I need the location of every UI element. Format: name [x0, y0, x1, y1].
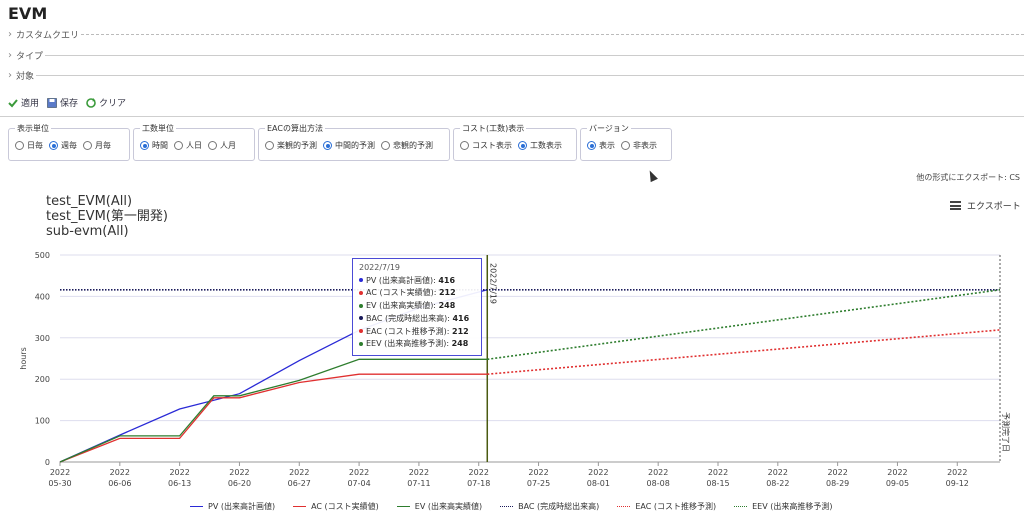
legend-swatch: [190, 506, 203, 507]
chart-legend: PV (出来高計画値) AC (コスト実績値) EV (出来高実績値) BAC (完成…: [190, 501, 832, 512]
tooltip-row: EAC (コスト推移予測): 212: [359, 326, 475, 339]
y-tick-label: 200: [35, 375, 50, 384]
x-tick-label: 2022: [289, 468, 309, 477]
tooltip-dot: [359, 303, 363, 308]
x-tick-label: 07-04: [347, 479, 370, 488]
tooltip-dot: [359, 278, 363, 283]
marker-label: 予測完了日: [1001, 412, 1011, 452]
x-tick-label: 2022: [827, 468, 847, 477]
legend-label: EEV (出来高推移予測): [752, 502, 833, 511]
legend-item[interactable]: BAC (完成時総出来高): [500, 501, 599, 512]
tooltip-row: BAC (完成時総出来高): 416: [359, 313, 475, 326]
tooltip-date: 2022/7/19: [359, 263, 401, 272]
x-tick-label: 06-20: [228, 479, 251, 488]
legend-label: EAC (コスト推移予測): [635, 502, 717, 511]
tooltip-value: 212: [452, 326, 469, 336]
tooltip-value: 248: [438, 301, 456, 311]
tooltip-value: 212: [438, 288, 456, 298]
legend-item[interactable]: EEV (出来高推移予測): [734, 501, 832, 512]
x-tick-label: 08-15: [706, 479, 729, 488]
x-tick-label: 2022: [708, 468, 728, 477]
tooltip-row: EEV (出来高推移予測): 248: [359, 338, 475, 351]
tooltip-dot: [359, 316, 363, 321]
series-line: [487, 289, 1001, 361]
x-tick-label: 2022: [229, 468, 249, 477]
legend-swatch: [293, 506, 307, 507]
tooltip-value: 416: [452, 313, 470, 323]
y-axis-label: hours: [19, 347, 28, 370]
tooltip-dot: [359, 329, 363, 334]
legend-swatch: [617, 506, 631, 507]
y-tick-label: 300: [35, 334, 50, 343]
x-tick-label: 06-13: [168, 479, 191, 488]
tooltip-row: AC (コスト実績値): 212: [359, 287, 475, 300]
x-tick-label: 09-12: [946, 479, 969, 488]
x-tick-label: 07-18: [467, 479, 490, 488]
x-tick-label: 2022: [50, 468, 70, 477]
x-tick-label: 09-05: [886, 479, 909, 488]
tooltip-label: EEV (出来高推移予測):: [366, 339, 452, 349]
x-tick-label: 06-27: [288, 479, 311, 488]
x-tick-label: 2022: [110, 468, 130, 477]
x-tick-label: 2022: [648, 468, 668, 477]
legend-item[interactable]: EV (出来高実績値): [396, 501, 483, 512]
tooltip-value: 416: [438, 275, 456, 285]
legend-item[interactable]: AC (コスト実績値): [293, 501, 379, 512]
x-tick-label: 08-01: [587, 479, 610, 488]
x-tick-label: 2022: [588, 468, 608, 477]
legend-item[interactable]: PV (出来高計画値): [190, 501, 275, 512]
legend-label: AC (コスト実績値): [311, 502, 379, 511]
legend-label: PV (出来高計画値): [208, 502, 276, 511]
marker-label: 2022/7/19: [488, 263, 497, 304]
legend-item[interactable]: EAC (コスト推移予測): [617, 501, 716, 512]
x-tick-label: 06-06: [108, 479, 131, 488]
y-tick-label: 400: [35, 292, 50, 301]
x-tick-label: 2022: [768, 468, 788, 477]
chart-tooltip: 2022/7/19 PV (出来高計画値): 416 AC (コスト実績値): 2…: [352, 258, 482, 356]
tooltip-row: EV (出来高実績値): 248: [359, 300, 475, 313]
tooltip-value: 248: [451, 339, 469, 349]
x-tick-label: 2022: [169, 468, 189, 477]
tooltip-dot: [359, 290, 363, 295]
tooltip-label: PV (出来高計画値):: [366, 275, 439, 285]
x-tick-label: 08-08: [647, 479, 670, 488]
x-tick-label: 2022: [409, 468, 429, 477]
tooltip-label: EV (出来高実績値):: [366, 301, 439, 311]
x-tick-label: 2022: [528, 468, 548, 477]
x-tick-label: 05-30: [48, 479, 71, 488]
x-tick-label: 08-29: [826, 479, 849, 488]
x-tick-label: 2022: [887, 468, 907, 477]
legend-swatch: [734, 506, 748, 507]
tooltip-label: AC (コスト実績値):: [366, 288, 439, 298]
y-tick-label: 500: [35, 251, 50, 260]
x-tick-label: 07-11: [407, 479, 430, 488]
tooltip-label: BAC (完成時総出来高):: [366, 313, 453, 323]
series-line: [487, 329, 1001, 375]
legend-label: BAC (完成時総出来高): [518, 502, 600, 511]
legend-swatch: [500, 506, 514, 507]
legend-swatch: [396, 506, 410, 507]
legend-label: EV (出来高実績値): [414, 502, 483, 511]
y-tick-label: 100: [35, 417, 50, 426]
x-tick-label: 08-22: [766, 479, 789, 488]
x-tick-label: 2022: [947, 468, 967, 477]
x-tick-label: 07-25: [527, 479, 550, 488]
tooltip-label: EAC (コスト推移予測):: [366, 326, 452, 336]
tooltip-row: PV (出来高計画値): 416: [359, 275, 475, 288]
evm-chart: 0 100 200 300 400 500 hours 2022 05-30 2022 06-06 2…: [19, 251, 1011, 488]
tooltip-dot: [359, 341, 363, 346]
y-tick-label: 0: [45, 458, 50, 467]
x-tick-label: 2022: [349, 468, 369, 477]
x-tick-label: 2022: [469, 468, 489, 477]
